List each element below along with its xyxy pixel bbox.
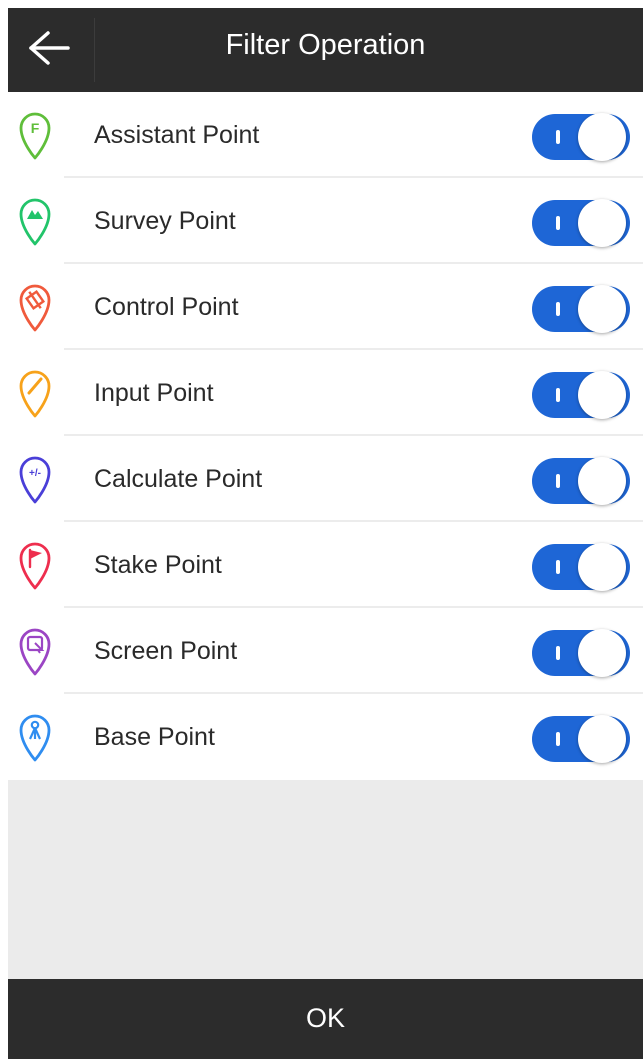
point-type-row-survey[interactable]: Survey Point: [8, 178, 643, 264]
ok-button[interactable]: OK: [8, 979, 643, 1059]
svg-text:+/-: +/-: [29, 468, 41, 479]
point-type-row-assistant[interactable]: F Assistant Point: [8, 92, 643, 178]
app-screen: Filter Operation F Assistant Point Survey …: [8, 8, 643, 1059]
input-point-pin-icon: [18, 368, 52, 418]
toggle-knob: [578, 715, 626, 763]
point-type-label: Input Point: [94, 379, 214, 407]
point-type-label: Survey Point: [94, 207, 236, 235]
back-button[interactable]: [8, 8, 94, 92]
toggle-on-indicator-icon: [556, 560, 560, 574]
toggle-on-indicator-icon: [556, 302, 560, 316]
arrow-left-icon: [29, 31, 70, 65]
toggle-on-indicator-icon: [556, 388, 560, 402]
survey-point-pin-icon: [18, 196, 52, 246]
toggle-knob: [578, 457, 626, 505]
toggle-knob: [578, 629, 626, 677]
toggle-knob: [578, 199, 626, 247]
toggle-control[interactable]: [532, 285, 630, 333]
toggle-on-indicator-icon: [556, 646, 560, 660]
point-type-row-input[interactable]: Input Point: [8, 350, 643, 436]
toggle-knob: [578, 113, 626, 161]
point-type-list: F Assistant Point Survey Point Control Poin…: [8, 92, 643, 780]
point-type-row-calculate[interactable]: +/- Calculate Point: [8, 436, 643, 522]
toggle-on-indicator-icon: [556, 474, 560, 488]
screen-point-pin-icon: [18, 626, 52, 676]
toggle-stake[interactable]: [532, 543, 630, 591]
point-type-label: Control Point: [94, 293, 239, 321]
stake-point-pin-icon: [18, 540, 52, 590]
toggle-on-indicator-icon: [556, 130, 560, 144]
toggle-on-indicator-icon: [556, 732, 560, 746]
point-type-row-stake[interactable]: Stake Point: [8, 522, 643, 608]
toggle-knob: [578, 371, 626, 419]
point-type-row-control[interactable]: Control Point: [8, 264, 643, 350]
toggle-knob: [578, 285, 626, 333]
svg-text:F: F: [31, 120, 40, 136]
toggle-assistant[interactable]: [532, 113, 630, 161]
point-type-row-base[interactable]: Base Point: [8, 694, 643, 780]
calculate-point-pin-icon: +/-: [18, 454, 52, 504]
toggle-calculate[interactable]: [532, 457, 630, 505]
toggle-on-indicator-icon: [556, 216, 560, 230]
control-point-pin-icon: [18, 282, 52, 332]
footer-bar: OK: [8, 979, 643, 1059]
app-header: Filter Operation: [8, 8, 643, 92]
point-type-label: Calculate Point: [94, 465, 263, 493]
point-type-label: Assistant Point: [94, 121, 260, 149]
toggle-knob: [578, 543, 626, 591]
point-type-label: Screen Point: [94, 637, 238, 665]
assistant-point-pin-icon: F: [18, 110, 52, 160]
base-point-pin-icon: [18, 712, 52, 762]
point-type-label: Base Point: [94, 723, 215, 751]
point-type-row-screen[interactable]: Screen Point: [8, 608, 643, 694]
toggle-base[interactable]: [532, 715, 630, 763]
page-title: Filter Operation: [225, 29, 426, 61]
point-type-label: Stake Point: [94, 551, 222, 579]
toggle-screen[interactable]: [532, 629, 630, 677]
toggle-input[interactable]: [532, 371, 630, 419]
toggle-survey[interactable]: [532, 199, 630, 247]
